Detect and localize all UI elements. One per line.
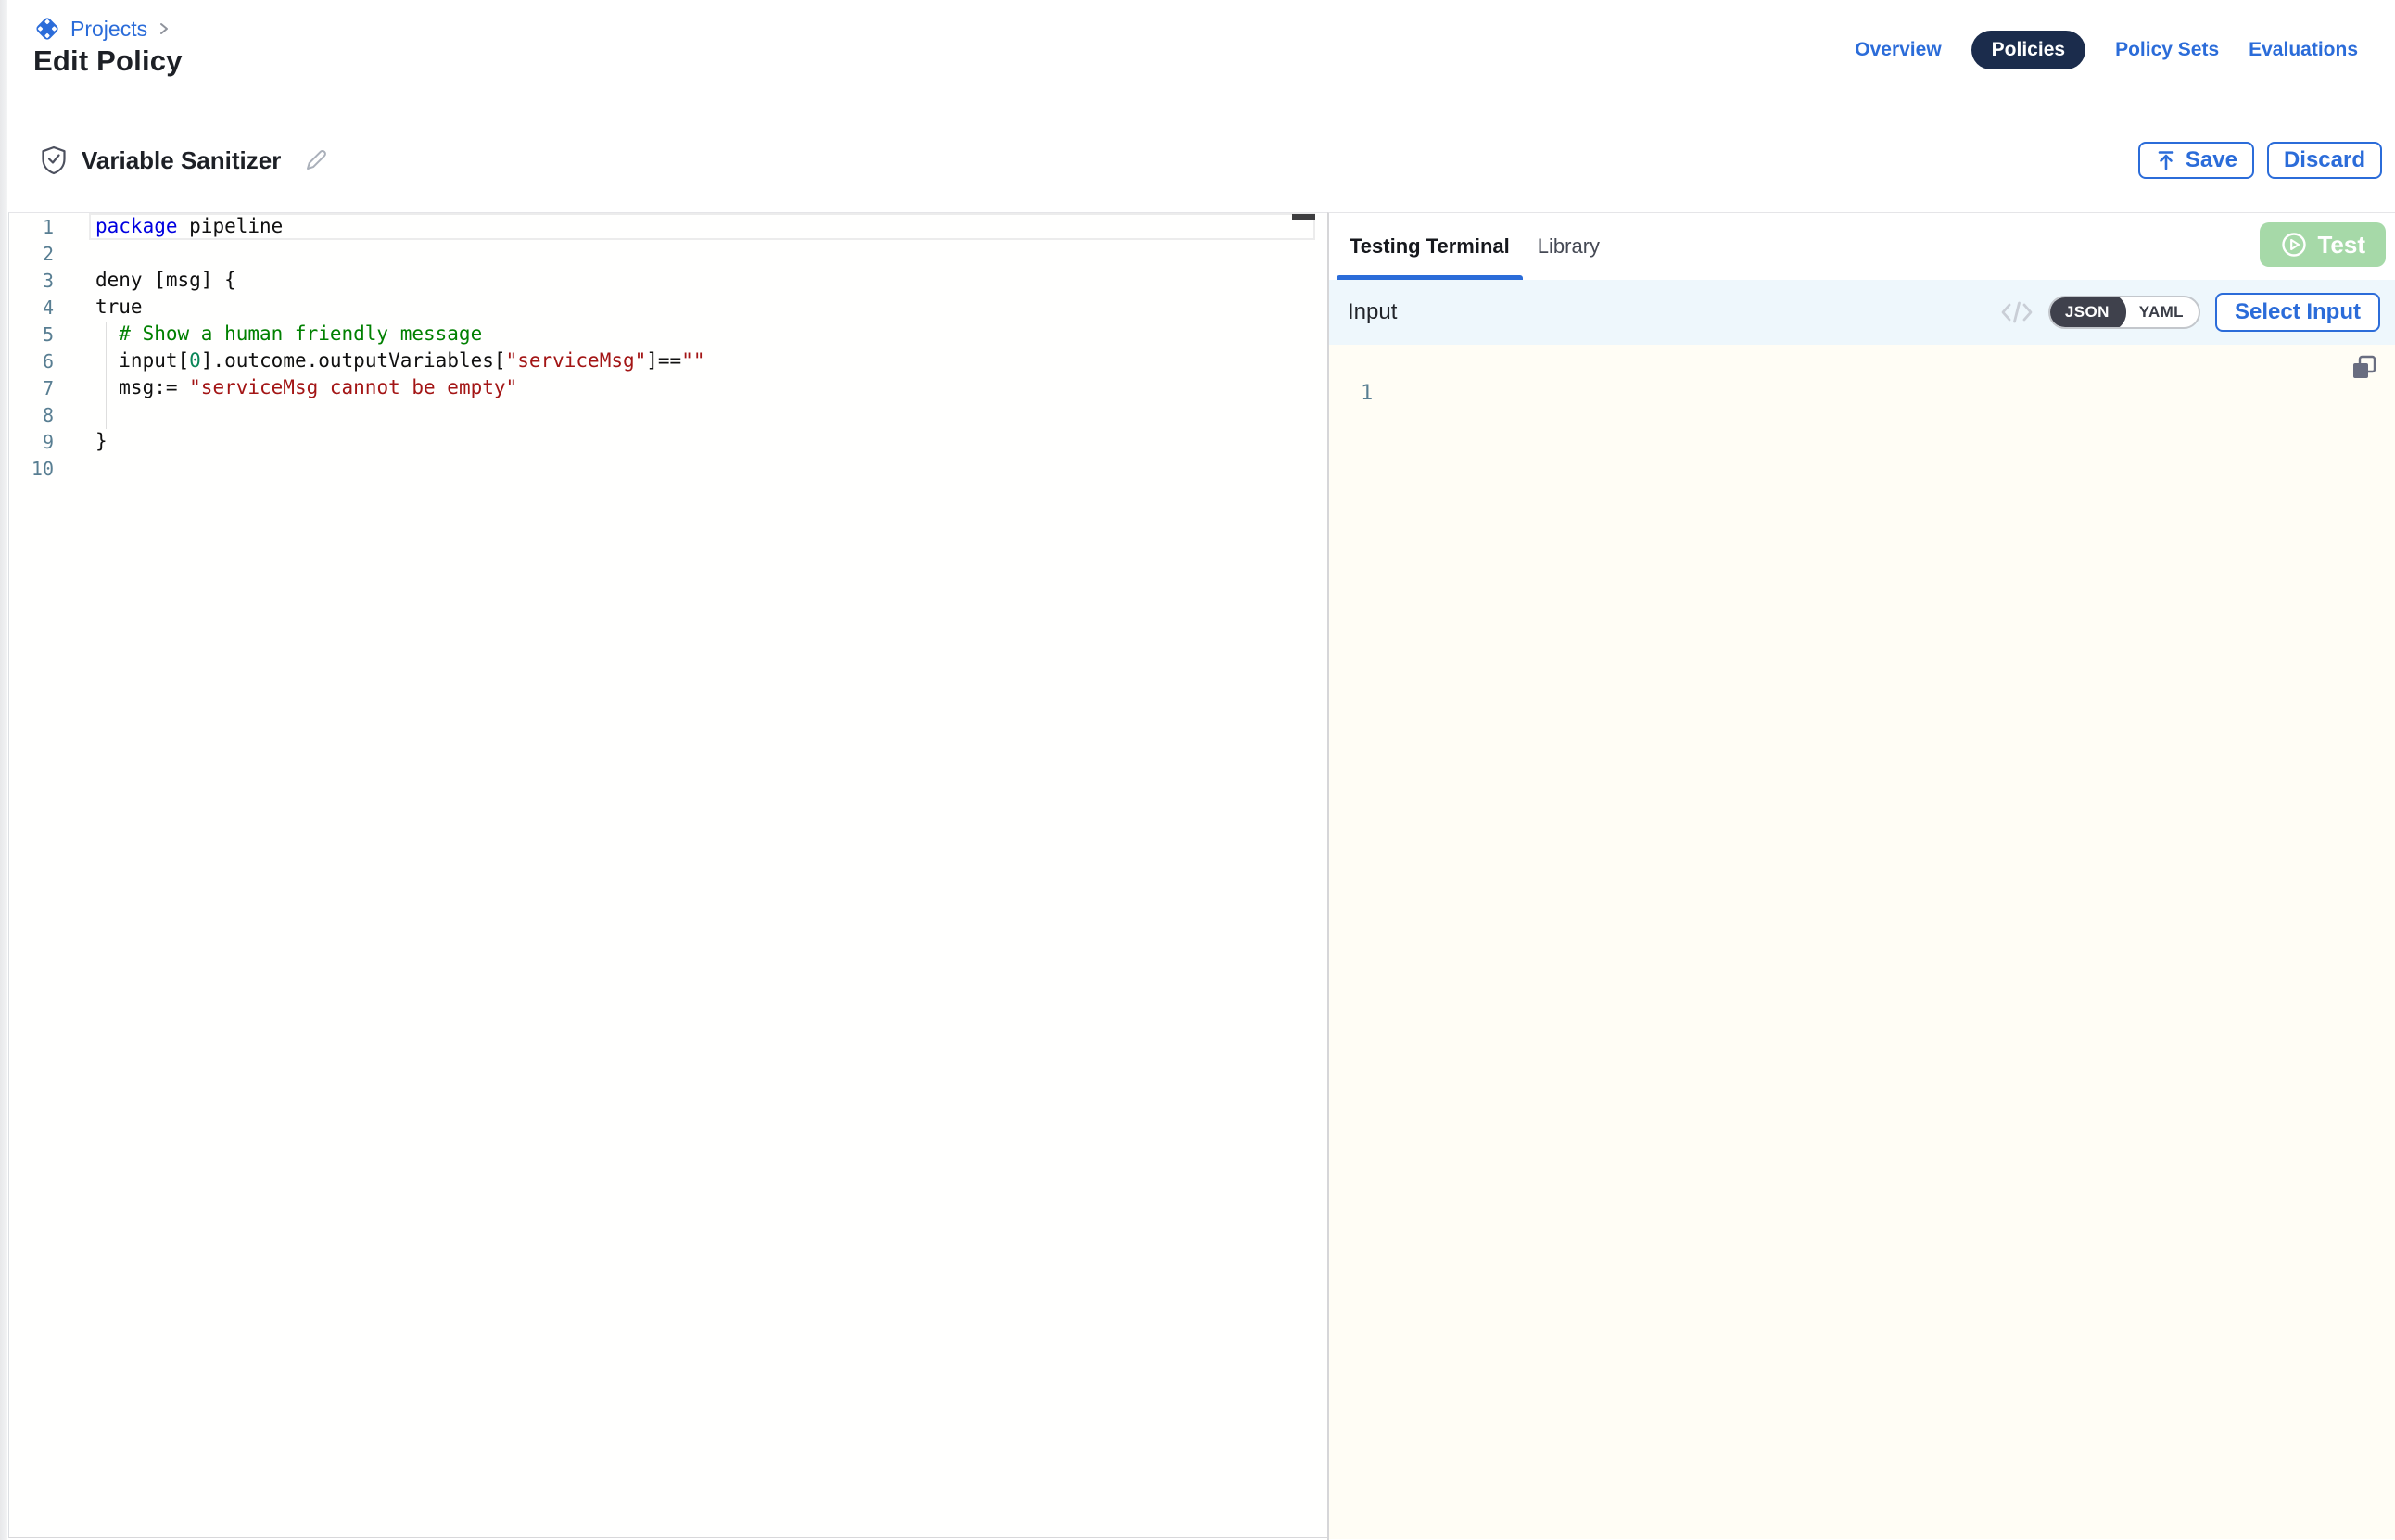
shield-check-icon: [41, 145, 67, 175]
save-button-label: Save: [2186, 147, 2237, 173]
line-number: 5: [9, 323, 54, 346]
main-split: 1package pipeline23deny [msg] {4true5 # …: [7, 212, 2395, 1540]
chevron-right-icon: [157, 21, 171, 36]
code-line-5: 5 # Show a human friendly message: [9, 321, 1327, 347]
line-number: 6: [9, 350, 54, 372]
discard-button-label: Discard: [2284, 147, 2365, 173]
input-controls: JSONYAML Select Input: [2000, 293, 2380, 332]
input-editor-line-number: 1: [1361, 382, 1373, 405]
breadcrumb-projects-link[interactable]: Projects: [70, 17, 147, 42]
tab-testing-terminal[interactable]: Testing Terminal: [1350, 213, 1510, 280]
testing-panel: Testing Terminal Library Test Input: [1327, 212, 2395, 1540]
code-brackets-icon[interactable]: [2000, 300, 2034, 324]
code-text: msg:= "serviceMsg cannot be empty": [95, 374, 517, 401]
discard-button[interactable]: Discard: [2267, 142, 2382, 179]
edit-policy-name-button[interactable]: [303, 147, 329, 173]
line-number: 10: [9, 458, 54, 480]
format-option-json[interactable]: JSON: [2048, 296, 2126, 329]
app-root: Projects Edit Policy Overview Policies Pol…: [0, 0, 2395, 1540]
code-text: }: [95, 428, 108, 455]
testing-tabs-row: Testing Terminal Library Test: [1329, 213, 2395, 280]
code-line-1: 1 package pipeline: [9, 213, 1327, 240]
select-input-button[interactable]: Select Input: [2215, 293, 2380, 332]
test-button-label: Test: [2317, 231, 2365, 259]
policy-identity: Variable Sanitizer: [41, 108, 329, 212]
minimap-cursor-marker: [1292, 214, 1315, 220]
policy-toolbar: Variable Sanitizer Save: [7, 108, 2395, 212]
module-nav: Overview Policies Policy Sets Evaluations: [1855, 32, 2358, 69]
policy-code-editor[interactable]: 1package pipeline23deny [msg] {4true5 # …: [8, 212, 1327, 1538]
code-line-8: 8: [9, 401, 1327, 428]
projects-icon: [33, 15, 61, 43]
code-line-3: 3 deny [msg] {: [9, 267, 1327, 294]
line-number: 1: [9, 216, 54, 238]
code-text: deny [msg] {: [95, 267, 236, 294]
code-line-4: 4 true: [9, 294, 1327, 321]
play-circle-icon: [2280, 231, 2308, 259]
nav-overview[interactable]: Overview: [1855, 39, 1941, 61]
format-option-yaml[interactable]: YAML: [2124, 296, 2199, 329]
code-line-7: 7 msg:= "serviceMsg cannot be empty": [9, 374, 1327, 401]
testing-tabs: Testing Terminal Library: [1350, 213, 1600, 280]
line-number: 9: [9, 431, 54, 453]
code-line-9: 9}: [9, 428, 1327, 455]
code-lines: 1package pipeline23deny [msg] {4true5 # …: [9, 213, 1327, 482]
format-toggle[interactable]: JSONYAML: [2048, 296, 2200, 329]
line-number: 4: [9, 297, 54, 319]
save-button[interactable]: Save: [2138, 142, 2254, 179]
code-text: package pipeline: [95, 213, 283, 240]
nav-evaluations[interactable]: Evaluations: [2249, 39, 2358, 61]
tab-library[interactable]: Library: [1538, 213, 1600, 280]
indent-guide: [106, 322, 107, 429]
line-number: 7: [9, 377, 54, 399]
code-line-10: 10: [9, 455, 1327, 482]
line-number: 2: [9, 243, 54, 265]
nav-policies[interactable]: Policies: [1971, 31, 2085, 69]
edit-pencil-icon: [303, 147, 329, 173]
code-line-2: 2: [9, 240, 1327, 267]
page-header: Projects Edit Policy Overview Policies Pol…: [7, 0, 2395, 107]
code-line-6: 6 input[0].outcome.outputVariables["serv…: [9, 347, 1327, 374]
input-header-row: Input JSONYAML Select Input: [1329, 280, 2395, 345]
nav-policy-sets[interactable]: Policy Sets: [2115, 39, 2219, 61]
test-button[interactable]: Test: [2260, 222, 2386, 267]
test-input-editor[interactable]: 1: [1329, 345, 2395, 1539]
code-text: # Show a human friendly message: [95, 321, 482, 347]
policy-name: Variable Sanitizer: [82, 146, 281, 175]
line-number: 8: [9, 404, 54, 426]
upload-arrow-icon: [2155, 149, 2177, 171]
left-edge-strip: [0, 0, 7, 1540]
line-number: 3: [9, 270, 54, 292]
page-title: Edit Policy: [33, 44, 183, 78]
input-label: Input: [1348, 299, 1397, 325]
breadcrumb: Projects: [33, 15, 171, 43]
copy-icon[interactable]: [2349, 352, 2380, 384]
code-text: input[0].outcome.outputVariables["servic…: [95, 347, 705, 374]
toolbar-actions: Save Discard: [2138, 108, 2382, 212]
code-text: true: [95, 294, 143, 321]
